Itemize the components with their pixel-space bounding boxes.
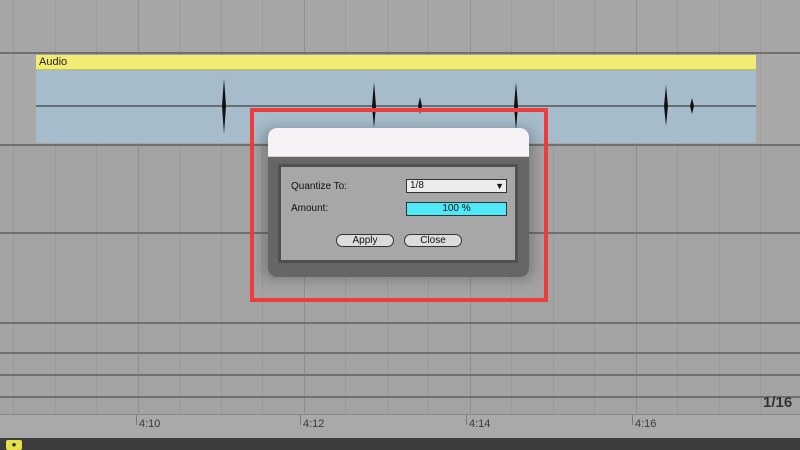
ruler-label: 4:12 [303, 418, 325, 430]
record-icon[interactable]: ● [6, 440, 22, 450]
track-divider [0, 322, 800, 324]
ruler-label: 4:10 [139, 418, 161, 430]
highlight-box [250, 108, 548, 302]
bottom-bar [0, 438, 800, 450]
ruler-label: 4:16 [635, 418, 657, 430]
clip-title[interactable]: Audio [36, 55, 756, 70]
track-divider [0, 352, 800, 354]
track-divider [0, 52, 800, 54]
track-divider [0, 396, 800, 398]
track-divider [0, 374, 800, 376]
time-ruler[interactable]: 4:10 4:12 4:14 4:16 [0, 414, 800, 439]
top-strip [0, 0, 800, 52]
grid-size-readout[interactable]: 1/16 [763, 394, 792, 411]
ruler-label: 4:14 [469, 418, 491, 430]
